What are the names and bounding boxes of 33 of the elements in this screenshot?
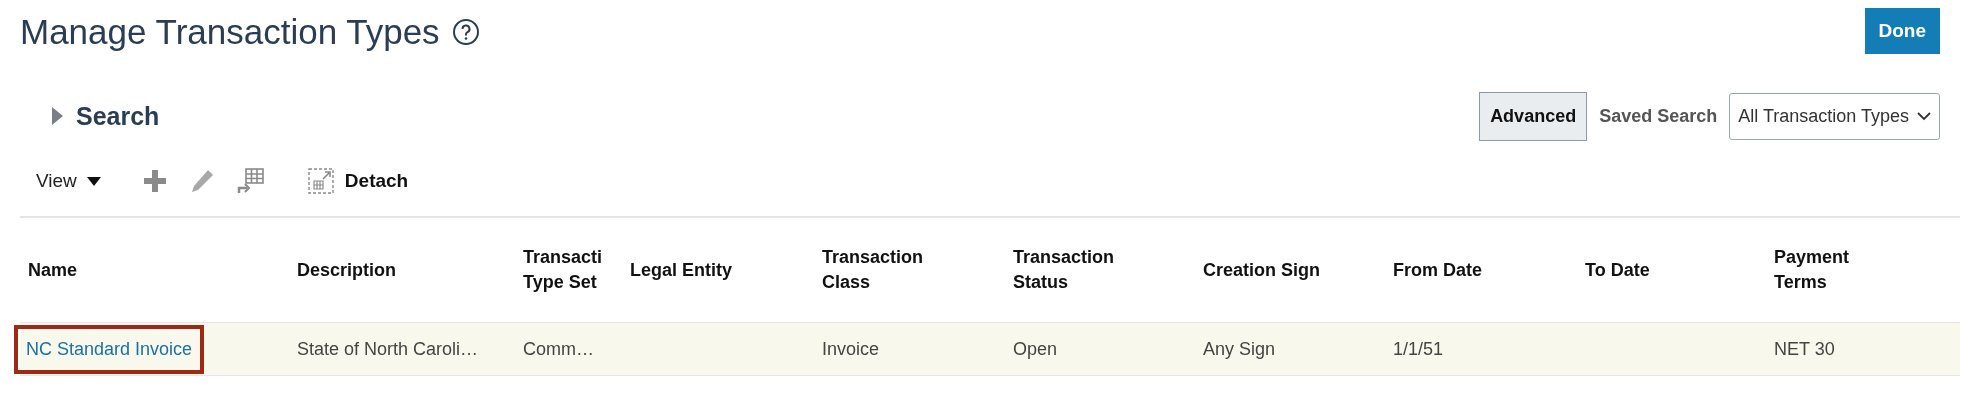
column-header: Transacti Type Set — [523, 246, 604, 294]
saved-search-label: Saved Search — [1599, 105, 1718, 127]
disclosure-icon[interactable] — [50, 105, 64, 127]
column-header: Payment Terms — [1774, 246, 1851, 294]
column-header: Description — [297, 258, 398, 282]
chevron-down-icon — [1917, 111, 1931, 121]
table-icon[interactable] — [236, 167, 265, 195]
table-cell: 1/1/51 — [1393, 338, 1444, 359]
saved-search-select[interactable]: All Transaction Types — [1729, 92, 1940, 140]
table-cell: State of North Caroli… — [297, 338, 479, 359]
done-button[interactable]: Done — [1864, 8, 1940, 54]
search-heading[interactable]: Search — [76, 101, 160, 131]
column-header: To Date — [1585, 258, 1651, 282]
column-header: Creation Sign — [1203, 258, 1321, 282]
column-header: Transaction Class — [822, 246, 925, 294]
advanced-button[interactable]: Advanced — [1479, 91, 1588, 141]
table-cell: Invoice — [822, 338, 880, 359]
column-header: Legal Entity — [630, 258, 733, 282]
table-cell: Any Sign — [1203, 338, 1276, 359]
column-header: From Date — [1393, 258, 1483, 282]
name-link[interactable]: NC Standard Invoice — [14, 324, 205, 374]
table-cell: Open — [1013, 338, 1058, 359]
dropdown-triangle-icon — [86, 176, 101, 186]
help-icon[interactable] — [451, 18, 480, 46]
detach-button[interactable]: Detach — [306, 167, 409, 195]
view-menu[interactable]: View — [36, 170, 101, 192]
page-title: Manage Transaction Types — [20, 12, 440, 52]
column-header: Name — [28, 258, 79, 282]
detach-icon — [306, 167, 335, 195]
table-cell: NET 30 — [1774, 338, 1835, 359]
add-icon[interactable] — [142, 169, 167, 193]
table-cell: Comm… — [523, 338, 594, 359]
column-header: Transaction Status — [1013, 246, 1116, 294]
